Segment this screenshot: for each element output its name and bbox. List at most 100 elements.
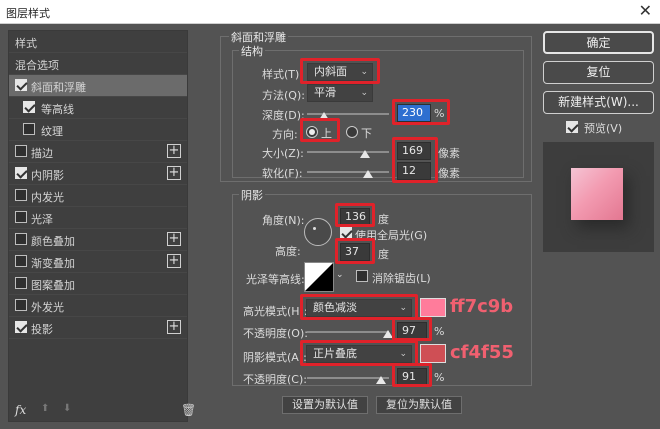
texture-checkbox[interactable]: [23, 123, 35, 135]
reset-button[interactable]: 复位: [543, 61, 654, 84]
drop-shadow-item[interactable]: 投影 +: [9, 317, 187, 339]
highlight-box: [300, 118, 340, 142]
style-list-header[interactable]: 样式: [9, 31, 187, 53]
bevel-emboss-label: 斜面和浮雕: [31, 81, 86, 94]
direction-down-radio[interactable]: [346, 126, 358, 138]
inner-shadow-label: 内阴影: [31, 169, 64, 182]
style-label: 样式(T):: [262, 68, 304, 81]
title-bar: 图层样式 ✕: [0, 0, 660, 24]
inner-glow-label: 内发光: [31, 191, 64, 204]
highlight-box: [300, 58, 380, 84]
color-overlay-checkbox[interactable]: [15, 233, 27, 245]
gradient-overlay-label: 渐变叠加: [31, 257, 75, 270]
inner-glow-checkbox[interactable]: [15, 189, 27, 201]
gradient-overlay-item[interactable]: 渐变叠加 +: [9, 251, 187, 273]
angle-dial[interactable]: [304, 218, 332, 246]
highlight-color-swatch[interactable]: [420, 298, 446, 317]
anti-alias-checkbox[interactable]: [356, 270, 368, 282]
layer-style-dialog: 图层样式 ✕ 样式 混合选项 斜面和浮雕 等高线 纹理 描边 + 内阴影 + 内…: [0, 0, 660, 429]
outer-glow-item[interactable]: 外发光: [9, 295, 187, 317]
blending-options-item[interactable]: 混合选项: [9, 53, 187, 75]
highlight-opacity-unit: %: [434, 325, 445, 338]
contour-label: 等高线: [41, 103, 74, 116]
inner-shadow-checkbox[interactable]: [15, 167, 27, 179]
size-label: 大小(Z):: [262, 147, 304, 160]
size-slider-knob[interactable]: [360, 150, 370, 158]
satin-item[interactable]: 光泽: [9, 207, 187, 229]
stroke-checkbox[interactable]: [15, 145, 27, 157]
shadow-color-note: cf4f55: [450, 342, 514, 363]
shadow-mode-label: 阴影模式(A):: [243, 351, 307, 364]
pattern-overlay-item[interactable]: 图案叠加: [9, 273, 187, 295]
highlight-mode-label: 高光模式(H):: [243, 305, 308, 318]
size-unit: 像素: [438, 147, 460, 160]
window-title: 图层样式: [6, 7, 50, 20]
style-preview: [543, 142, 654, 252]
drop-shadow-checkbox[interactable]: [15, 321, 27, 333]
soften-slider[interactable]: [307, 171, 389, 173]
angle-unit: 度: [378, 213, 389, 226]
contour-item[interactable]: 等高线: [9, 97, 187, 119]
shadow-color-swatch[interactable]: [420, 344, 446, 363]
satin-checkbox[interactable]: [15, 211, 27, 223]
add-color-overlay-icon[interactable]: +: [167, 232, 181, 246]
soften-label: 软化(F):: [262, 167, 303, 180]
highlight-box: [392, 363, 432, 387]
reset-default-button[interactable]: 复位为默认值: [376, 396, 462, 414]
gloss-contour-picker[interactable]: [304, 262, 334, 292]
bevel-emboss-checkbox[interactable]: [15, 79, 27, 91]
highlight-color-note: ff7c9b: [450, 296, 514, 317]
texture-item[interactable]: 纹理: [9, 119, 187, 141]
size-slider[interactable]: [307, 151, 389, 153]
color-overlay-item[interactable]: 颜色叠加 +: [9, 229, 187, 251]
stroke-item[interactable]: 描边 +: [9, 141, 187, 163]
anti-alias-label: 消除锯齿(L): [372, 272, 431, 285]
add-drop-shadow-icon[interactable]: +: [167, 320, 181, 334]
shadow-opacity-unit: %: [434, 371, 445, 384]
highlight-box: [392, 99, 450, 125]
outer-glow-label: 外发光: [31, 301, 64, 314]
angle-dial-marker: [313, 227, 316, 230]
highlight-box: [335, 203, 375, 227]
gradient-overlay-checkbox[interactable]: [15, 255, 27, 267]
structure-title: 结构: [239, 43, 265, 59]
outer-glow-checkbox[interactable]: [15, 299, 27, 311]
add-stroke-icon[interactable]: +: [167, 144, 181, 158]
highlight-opacity-slider[interactable]: [307, 331, 389, 333]
altitude-label: 高度:: [275, 245, 301, 258]
technique-dropdown[interactable]: 平滑 ⌄: [307, 84, 373, 102]
technique-value: 平滑: [314, 86, 336, 99]
style-list-label: 样式: [15, 37, 37, 50]
style-list: 样式 混合选项 斜面和浮雕 等高线 纹理 描边 + 内阴影 + 内发光 光泽 颜: [8, 30, 196, 422]
texture-label: 纹理: [41, 125, 63, 138]
chevron-down-icon: ⌄: [360, 88, 368, 98]
bevel-emboss-item[interactable]: 斜面和浮雕: [9, 75, 187, 97]
highlight-opacity-label: 不透明度(O):: [243, 327, 308, 340]
contour-chevron-icon[interactable]: ⌄: [336, 270, 344, 280]
angle-label: 角度(N):: [262, 214, 305, 227]
add-inner-shadow-icon[interactable]: +: [167, 166, 181, 180]
pattern-overlay-checkbox[interactable]: [15, 277, 27, 289]
inner-glow-item[interactable]: 内发光: [9, 185, 187, 207]
shading-title: 阴影: [239, 187, 265, 203]
add-gradient-overlay-icon[interactable]: +: [167, 254, 181, 268]
contour-checkbox[interactable]: [23, 101, 35, 113]
new-style-button[interactable]: 新建样式(W)...: [543, 91, 654, 114]
ok-button[interactable]: 确定: [543, 31, 654, 54]
make-default-button[interactable]: 设置为默认值: [282, 396, 368, 414]
inner-shadow-item[interactable]: 内阴影 +: [9, 163, 187, 185]
preview-thumbnail: [571, 168, 623, 220]
preview-checkbox[interactable]: [566, 121, 578, 133]
move-down-icon[interactable]: ⬇: [63, 403, 71, 414]
altitude-unit: 度: [378, 248, 389, 261]
contour-curve-icon: [305, 263, 333, 291]
fx-icon[interactable]: fx: [15, 403, 26, 417]
blending-options-label: 混合选项: [15, 59, 59, 72]
trash-icon[interactable]: 🗑: [181, 403, 196, 417]
shadow-opacity-label: 不透明度(C):: [243, 373, 307, 386]
soften-slider-knob[interactable]: [363, 170, 373, 178]
stroke-label: 描边: [31, 147, 53, 160]
move-up-icon[interactable]: ⬆: [41, 403, 49, 414]
close-icon[interactable]: ✕: [639, 2, 652, 20]
shadow-opacity-knob[interactable]: [376, 376, 386, 384]
